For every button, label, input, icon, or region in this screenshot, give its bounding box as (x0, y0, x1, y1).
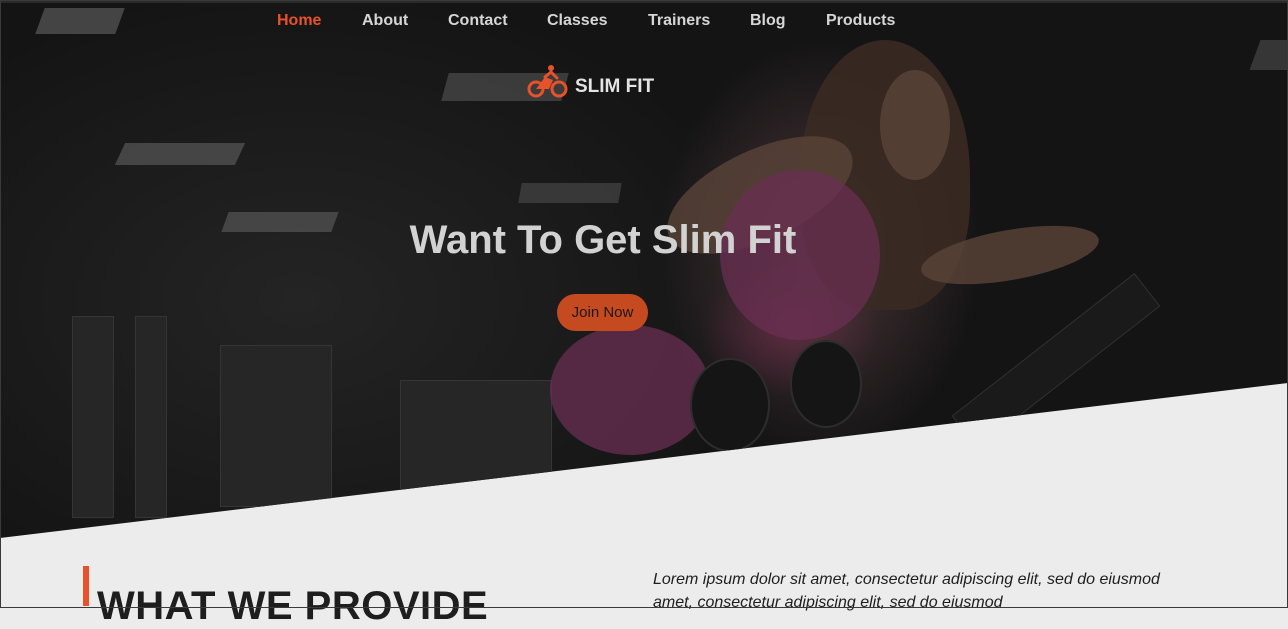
weight-bench (951, 273, 1161, 449)
ceiling-light (114, 143, 246, 165)
athlete-shorts (550, 325, 710, 455)
ceiling-light (518, 183, 622, 203)
nav-classes[interactable]: Classes (547, 12, 608, 30)
section-title: WHAT WE PROVIDE (97, 584, 489, 628)
logo-text: SLIM FIT (575, 76, 655, 97)
nav-about[interactable]: About (362, 12, 408, 30)
nav-products[interactable]: Products (826, 12, 895, 30)
dumbbell-plate (690, 358, 770, 452)
gym-machine (135, 316, 167, 518)
dumbbell-plate (790, 340, 862, 428)
main-nav: Home About Contact Classes Trainers Blog… (0, 12, 1288, 32)
nav-contact[interactable]: Contact (448, 12, 508, 30)
section-description: Lorem ipsum dolor sit amet, consectetur … (653, 571, 1160, 611)
athlete-face (880, 70, 950, 180)
ceiling-light (1249, 40, 1288, 70)
gym-machine (72, 316, 114, 518)
gym-machine (400, 380, 552, 492)
join-now-button[interactable]: Join Now (557, 294, 648, 331)
gym-machine (220, 345, 332, 507)
cyclist-icon (527, 65, 568, 98)
nav-home[interactable]: Home (277, 12, 321, 30)
top-divider (0, 0, 1288, 3)
nav-trainers[interactable]: Trainers (648, 12, 710, 30)
nav-blog[interactable]: Blog (750, 12, 786, 30)
hero-title: Want To Get Slim Fit (409, 218, 797, 262)
section-accent-bar (83, 566, 89, 606)
